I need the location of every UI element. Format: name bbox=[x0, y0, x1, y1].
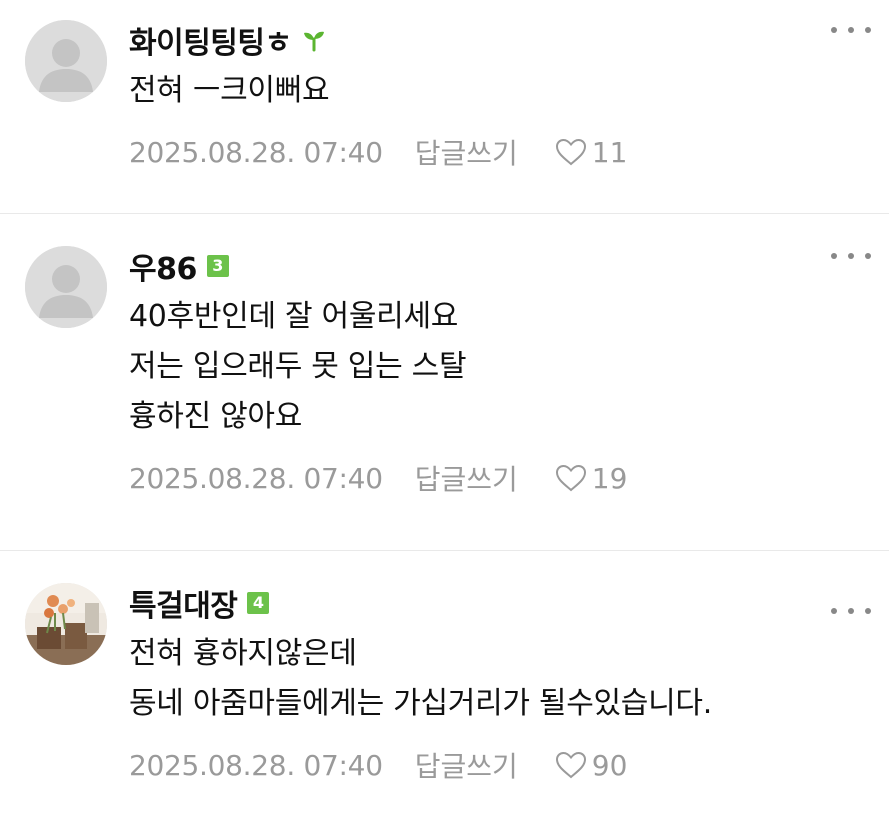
sprout-icon bbox=[302, 28, 326, 52]
comment-body: 우86 3 40후반인데 잘 어울리세요 저는 입으래두 못 입는 스탈 흉하진… bbox=[129, 246, 871, 550]
dot-icon bbox=[848, 27, 854, 33]
more-options-button[interactable] bbox=[831, 601, 871, 621]
comment-meta: 2025.08.28. 07:40 답글쓰기 19 bbox=[129, 458, 871, 498]
heart-icon bbox=[555, 464, 586, 492]
nickname[interactable]: 화이팅팅팅ㅎ bbox=[129, 18, 292, 62]
dot-icon bbox=[848, 253, 854, 259]
avatar[interactable] bbox=[25, 583, 107, 665]
comment-line: 저는 입으래두 못 입는 스탈 bbox=[129, 349, 467, 384]
comment-date: 2025.08.28. 07:40 bbox=[129, 748, 383, 782]
more-options-button[interactable] bbox=[831, 20, 871, 40]
dot-icon bbox=[865, 608, 871, 614]
nickname[interactable]: 우86 bbox=[129, 244, 197, 288]
default-avatar-icon bbox=[25, 20, 107, 102]
dot-icon bbox=[865, 27, 871, 33]
comment-line: 40후반인데 잘 어울리세요 bbox=[129, 299, 459, 334]
more-options-button[interactable] bbox=[831, 246, 871, 266]
comment-item: 우86 3 40후반인데 잘 어울리세요 저는 입으래두 못 입는 스탈 흉하진… bbox=[0, 213, 889, 550]
comment-item: 화이팅팅팅ㅎ 전혀 ㅡ크이뻐요 2025.08.28. 07:40 답글쓰기 1… bbox=[0, 0, 889, 213]
avatar[interactable] bbox=[25, 246, 107, 328]
dot-icon bbox=[865, 253, 871, 259]
comment-body: 화이팅팅팅ㅎ 전혀 ㅡ크이뻐요 2025.08.28. 07:40 답글쓰기 1… bbox=[129, 20, 871, 213]
comment-text: 전혀 흉하지않은데 동네 아줌마들에게는 가십거리가 될수있습니다. bbox=[129, 629, 871, 729]
flower-photo-avatar-icon bbox=[25, 583, 107, 665]
reply-button[interactable]: 답글쓰기 bbox=[415, 132, 518, 172]
like-button[interactable]: 90 bbox=[554, 748, 628, 782]
reply-button[interactable]: 답글쓰기 bbox=[415, 458, 518, 498]
comment-meta: 2025.08.28. 07:40 답글쓰기 11 bbox=[129, 132, 871, 172]
name-row: 특걸대장 4 bbox=[129, 581, 871, 625]
name-row: 우86 3 bbox=[129, 244, 871, 288]
level-badge: 4 bbox=[247, 592, 270, 614]
nickname[interactable]: 특걸대장 bbox=[129, 581, 238, 625]
comment-line: 전혀 흉하지않은데 bbox=[129, 636, 357, 671]
comment-date: 2025.08.28. 07:40 bbox=[129, 461, 383, 495]
default-avatar-icon bbox=[25, 246, 107, 328]
heart-icon bbox=[555, 751, 586, 779]
comment-date: 2025.08.28. 07:40 bbox=[129, 135, 383, 169]
comment-list: 화이팅팅팅ㅎ 전혀 ㅡ크이뻐요 2025.08.28. 07:40 답글쓰기 1… bbox=[0, 0, 889, 831]
like-button[interactable]: 11 bbox=[554, 135, 628, 169]
comment-text: 전혀 ㅡ크이뻐요 bbox=[129, 66, 871, 116]
name-row: 화이팅팅팅ㅎ bbox=[129, 18, 871, 62]
comment-line: 흉하진 않아요 bbox=[129, 399, 303, 434]
comment-line: 동네 아줌마들에게는 가십거리가 될수있습니다. bbox=[129, 686, 712, 721]
dot-icon bbox=[831, 253, 837, 259]
like-count: 11 bbox=[591, 135, 628, 169]
like-count: 90 bbox=[591, 748, 628, 782]
comment-meta: 2025.08.28. 07:40 답글쓰기 90 bbox=[129, 745, 871, 785]
avatar[interactable] bbox=[25, 20, 107, 102]
comment-line: 전혀 ㅡ크이뻐요 bbox=[129, 73, 330, 108]
dot-icon bbox=[848, 608, 854, 614]
comment-item: 특걸대장 4 전혀 흉하지않은데 동네 아줌마들에게는 가십거리가 될수있습니다… bbox=[0, 550, 889, 831]
reply-button[interactable]: 답글쓰기 bbox=[415, 745, 518, 785]
level-badge: 3 bbox=[206, 255, 229, 277]
like-button[interactable]: 19 bbox=[554, 461, 628, 495]
heart-icon bbox=[555, 138, 586, 166]
comment-text: 40후반인데 잘 어울리세요 저는 입으래두 못 입는 스탈 흉하진 않아요 bbox=[129, 292, 871, 442]
like-count: 19 bbox=[591, 461, 628, 495]
dot-icon bbox=[831, 608, 837, 614]
dot-icon bbox=[831, 27, 837, 33]
comment-body: 특걸대장 4 전혀 흉하지않은데 동네 아줌마들에게는 가십거리가 될수있습니다… bbox=[129, 583, 871, 831]
